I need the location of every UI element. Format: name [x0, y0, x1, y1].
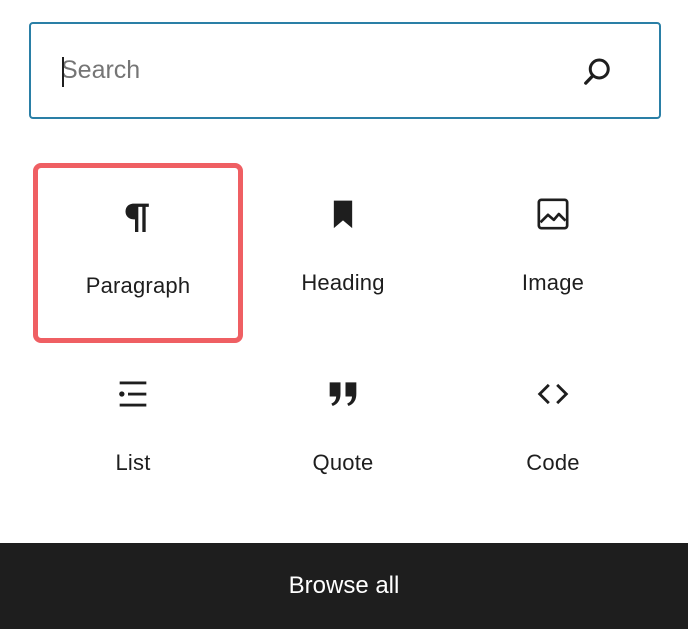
quote-icon	[329, 382, 357, 406]
browse-all-label: Browse all	[288, 572, 400, 599]
code-icon	[537, 383, 569, 405]
text-caret	[62, 57, 64, 87]
bookmark-icon	[333, 200, 353, 229]
block-item-quote[interactable]: Quote	[238, 340, 448, 520]
block-item-heading[interactable]: Heading	[238, 160, 448, 340]
block-label: Code	[526, 450, 580, 475]
block-item-paragraph[interactable]: Paragraph	[33, 163, 243, 343]
block-label: Image	[521, 270, 585, 295]
block-label: Paragraph	[85, 273, 191, 298]
block-label: Quote	[312, 450, 374, 475]
block-inserter: Paragraph Heading Image List	[0, 0, 688, 629]
block-item-list[interactable]: List	[28, 340, 238, 520]
search-input[interactable]	[61, 24, 561, 117]
search-icon[interactable]	[579, 54, 615, 90]
search-box[interactable]	[29, 22, 661, 119]
block-item-image[interactable]: Image	[448, 160, 658, 340]
image-icon	[537, 198, 569, 230]
block-item-code[interactable]: Code	[448, 340, 658, 520]
block-label: Heading	[301, 270, 385, 295]
list-icon	[119, 381, 147, 407]
block-label: List	[115, 450, 151, 475]
paragraph-icon	[125, 203, 149, 232]
browse-all-button[interactable]: Browse all	[0, 543, 688, 629]
